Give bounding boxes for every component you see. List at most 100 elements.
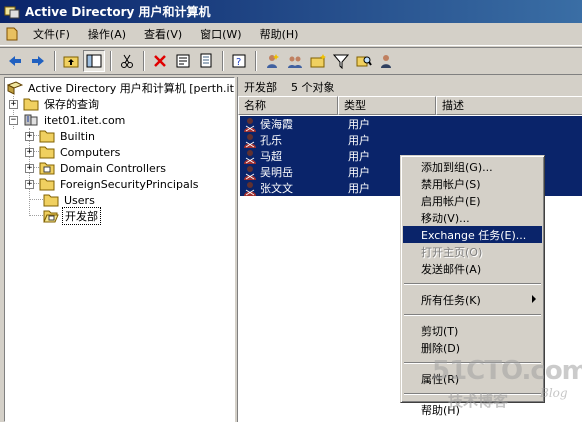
list-item-type: 用户 (348, 182, 370, 195)
menu-view[interactable]: 查看(V) (137, 24, 189, 44)
ad-app-icon (4, 5, 20, 19)
svg-text:?: ? (236, 57, 241, 68)
tree-label-computers: Computers (60, 145, 121, 159)
export-icon[interactable] (195, 50, 217, 72)
properties-icon[interactable] (172, 50, 194, 72)
tree-line (29, 199, 43, 200)
toolbar-separator (54, 51, 56, 71)
tree-label-foreign-security-principals: ForeignSecurityPrincipals (60, 177, 199, 191)
console-tree[interactable]: Active Directory 用户和计算机 [perth.itet + 保存… (4, 77, 235, 422)
tree-item-domain[interactable]: − itet01.itet.com (9, 112, 127, 128)
submenu-arrow-icon (532, 295, 536, 303)
expand-icon[interactable]: + (25, 163, 34, 173)
tree-item-computers[interactable]: + Computers (25, 144, 122, 160)
menu-action[interactable]: 操作(A) (81, 24, 133, 44)
folder-icon (43, 193, 59, 207)
mmc-doc-icon[interactable] (4, 26, 20, 42)
column-headers: 名称 类型 描述 (238, 96, 582, 115)
menu-item-all-tasks-label: 所有任务(K) (421, 293, 481, 307)
tree-item-users[interactable]: Users (43, 192, 97, 208)
toolbar-separator (143, 51, 145, 71)
menu-separator (404, 314, 541, 316)
menu-file[interactable]: 文件(F) (26, 24, 77, 44)
cut-icon[interactable] (116, 50, 138, 72)
toolbar-separator (255, 51, 257, 71)
collapse-icon[interactable]: − (9, 115, 18, 125)
user-icon (242, 133, 258, 148)
user-icon (242, 165, 258, 180)
list-item-name: 张文文 (260, 182, 293, 195)
toolbar: ? (0, 47, 582, 75)
menu-item-cut[interactable]: 剪切(T) (403, 322, 542, 339)
list-item-type: 用户 (348, 118, 370, 131)
list-item[interactable]: 侯海霞 用户 (240, 116, 582, 132)
toolbar-separator (222, 51, 224, 71)
expand-icon[interactable]: + (25, 147, 34, 157)
tree-item-dev-department[interactable]: 开发部 (43, 207, 101, 225)
menu-item-disable-account[interactable]: 禁用帐户(S) (403, 175, 542, 192)
forward-icon[interactable] (27, 50, 49, 72)
caption-count: 5 个对象 (291, 80, 335, 94)
tree-label-domain-controllers: Domain Controllers (60, 161, 167, 175)
menu-item-enable-account[interactable]: 启用帐户(E) (403, 192, 542, 209)
help-icon[interactable]: ? (228, 50, 250, 72)
list-item-name: 马超 (260, 150, 282, 163)
menu-item-send-mail[interactable]: 发送邮件(A) (403, 260, 542, 277)
up-folder-icon[interactable] (60, 50, 82, 72)
tree-item-saved-queries[interactable]: + 保存的查询 (9, 96, 101, 112)
user-icon (242, 149, 258, 164)
tree-label-domain: itet01.itet.com (44, 113, 126, 127)
menu-item-open-home-page: 打开主页(O) (421, 245, 483, 259)
menu-help[interactable]: 帮助(H) (253, 24, 306, 44)
new-user-icon[interactable] (261, 50, 283, 72)
tree-root[interactable]: Active Directory 用户和计算机 [perth.itet (7, 80, 235, 96)
ou-open-icon (43, 209, 59, 223)
new-ou-icon[interactable] (307, 50, 329, 72)
watermark-site: 51CTO.com (432, 356, 582, 386)
menu-item-delete[interactable]: 删除(D) (403, 339, 542, 356)
add-to-group-icon[interactable] (376, 50, 398, 72)
menu-separator (404, 283, 541, 285)
watermark-blog-en: Blog (540, 386, 568, 400)
list-item-name: 侯海霞 (260, 118, 293, 131)
tree-root-label: Active Directory 用户和计算机 [perth.itet (28, 82, 235, 95)
folder-icon (39, 145, 55, 159)
caption-container: 开发部 (244, 80, 277, 94)
filter-icon[interactable] (330, 50, 352, 72)
folder-icon (39, 177, 55, 191)
expand-icon[interactable]: + (9, 99, 18, 109)
expand-icon[interactable]: + (25, 179, 34, 189)
menu-item-exchange-tasks[interactable]: Exchange 任务(E)... (403, 226, 542, 243)
folder-icon (39, 129, 55, 143)
list-item[interactable]: 孔乐 用户 (240, 132, 582, 148)
folder-icon (23, 97, 39, 111)
expand-icon[interactable]: + (25, 131, 34, 141)
user-icon (242, 117, 258, 132)
menu-bar: 文件(F) 操作(A) 查看(V) 窗口(W) 帮助(H) (0, 23, 582, 46)
menu-window[interactable]: 窗口(W) (193, 24, 248, 44)
menu-item-add-to-group[interactable]: 添加到组(G)... (403, 158, 542, 175)
tree-item-foreign-security-principals[interactable]: + ForeignSecurityPrincipals (25, 176, 201, 192)
domain-icon (23, 113, 39, 127)
tree-item-builtin[interactable]: + Builtin (25, 128, 97, 144)
tree-item-domain-controllers[interactable]: + Domain Controllers (25, 160, 168, 176)
new-group-icon[interactable] (284, 50, 306, 72)
list-item-name: 孔乐 (260, 134, 282, 147)
title-bar[interactable]: Active Directory 用户和计算机 (0, 0, 582, 23)
menu-item-move[interactable]: 移动(V)... (403, 209, 542, 226)
watermark-blog-cn: 技术博客 (448, 392, 509, 410)
show-tree-icon[interactable] (83, 50, 105, 72)
tree-label-dev-department: 开发部 (62, 207, 101, 225)
column-header-description[interactable]: 描述 (436, 96, 582, 115)
back-icon[interactable] (4, 50, 26, 72)
find-icon[interactable] (353, 50, 375, 72)
toolbar-separator (110, 51, 112, 71)
tree-label-users: Users (64, 193, 95, 207)
delete-icon[interactable] (149, 50, 171, 72)
pane-caption: 开发部 5 个对象 (238, 77, 582, 96)
column-header-type[interactable]: 类型 (338, 96, 436, 115)
column-header-name[interactable]: 名称 (238, 96, 338, 115)
ou-icon (39, 161, 55, 175)
list-item-type: 用户 (348, 166, 370, 179)
menu-item-all-tasks[interactable]: 所有任务(K) (403, 291, 542, 308)
